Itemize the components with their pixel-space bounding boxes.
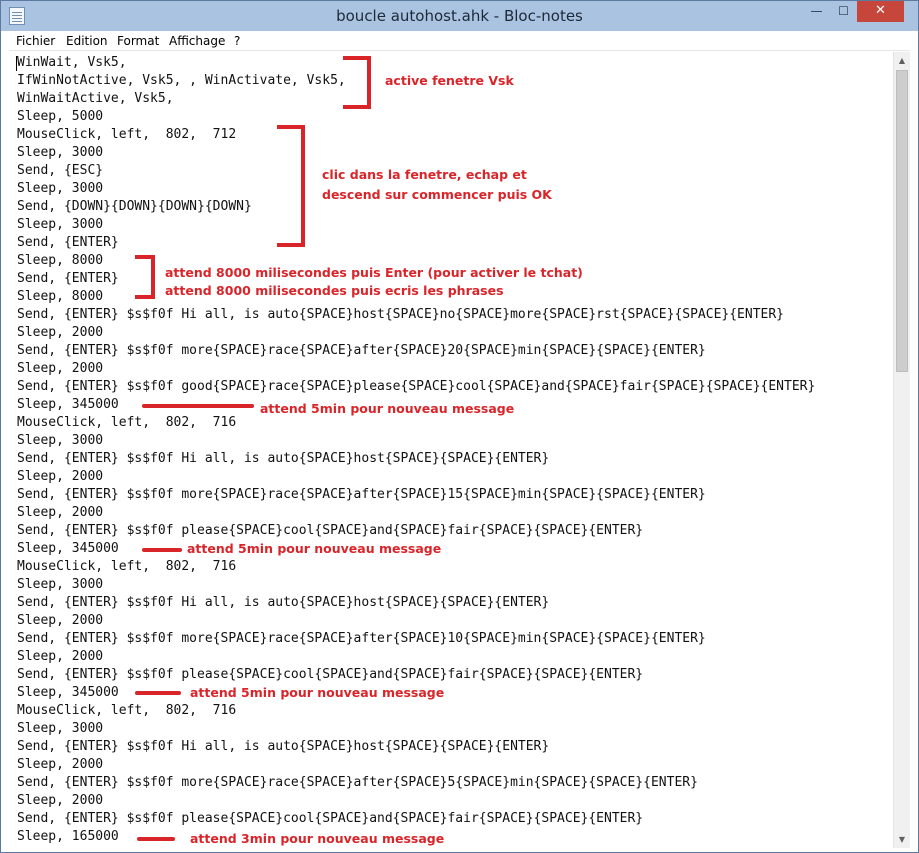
code-line: Sleep, 2000 bbox=[17, 613, 104, 628]
code-line: Send, {ENTER} $s$f0f Hi all, is auto{SPA… bbox=[17, 451, 550, 466]
text-caret bbox=[16, 56, 17, 71]
code-line: Sleep, 345000 bbox=[17, 685, 119, 700]
code-line: WinWait, Vsk5, bbox=[17, 55, 127, 70]
code-line: WinWaitActive, Vsk5, bbox=[17, 91, 174, 106]
code-line: Send, {ENTER} $s$f0f more{SPACE}race{SPA… bbox=[17, 343, 706, 358]
bracket-click-window bbox=[277, 125, 305, 247]
menu-fichier[interactable]: Fichier bbox=[16, 34, 55, 48]
code-line: Send, {ENTER} $s$f0f please{SPACE}cool{S… bbox=[17, 667, 644, 682]
code-line: Send, {ENTER} $s$f0f Hi all, is auto{SPA… bbox=[17, 739, 550, 754]
title-bar[interactable]: boucle autohost.ahk - Bloc-notes — ☐ ✕ bbox=[1, 1, 918, 31]
scroll-down-icon[interactable]: ▼ bbox=[894, 831, 910, 848]
code-line: Sleep, 2000 bbox=[17, 325, 104, 340]
code-line: MouseClick, left, 802, 712 bbox=[17, 127, 237, 142]
menu-help[interactable]: ? bbox=[234, 34, 240, 48]
code-line: MouseClick, left, 802, 716 bbox=[17, 703, 237, 718]
underline-mark bbox=[135, 691, 181, 695]
code-line: Sleep, 8000 bbox=[17, 253, 104, 268]
code-line: Sleep, 2000 bbox=[17, 505, 104, 520]
code-line: IfWinNotActive, Vsk5, , WinActivate, Vsk… bbox=[17, 73, 346, 88]
code-line: Send, {ENTER} bbox=[17, 235, 119, 250]
note-active-window: active fenetre Vsk bbox=[385, 73, 514, 88]
code-line: Send, {ENTER} $s$f0f more{SPACE}race{SPA… bbox=[17, 775, 698, 790]
note-click-line-2: descend sur commencer puis OK bbox=[322, 187, 552, 202]
code-line: Sleep, 165000 bbox=[17, 829, 119, 844]
bracket-active-window bbox=[343, 56, 371, 109]
menu-bar: Fichier Edition Format Affichage ? bbox=[9, 31, 910, 51]
note-wait-enter: attend 8000 milisecondes puis Enter (pou… bbox=[165, 265, 583, 280]
code-line: Sleep, 345000 bbox=[17, 541, 119, 556]
menu-affichage[interactable]: Affichage bbox=[169, 34, 225, 48]
underline-mark bbox=[137, 837, 175, 841]
menu-edition[interactable]: Edition bbox=[66, 34, 108, 48]
code-line: Sleep, 3000 bbox=[17, 433, 104, 448]
code-line: Send, {ESC} bbox=[17, 163, 104, 178]
notepad-window: boucle autohost.ahk - Bloc-notes — ☐ ✕ F… bbox=[0, 0, 919, 853]
code-line: MouseClick, left, 802, 716 bbox=[17, 415, 237, 430]
code-line: MouseClick, left, 802, 716 bbox=[17, 559, 237, 574]
menu-format[interactable]: Format bbox=[117, 34, 159, 48]
code-line: Sleep, 8000 bbox=[17, 289, 104, 304]
code-line: Send, {ENTER} $s$f0f please{SPACE}cool{S… bbox=[17, 811, 644, 826]
code-line: Sleep, 3000 bbox=[17, 181, 104, 196]
close-button[interactable]: ✕ bbox=[857, 1, 904, 22]
note-wait-5min: attend 5min pour nouveau message bbox=[187, 541, 442, 556]
maximize-button[interactable]: ☐ bbox=[830, 1, 857, 22]
note-wait-5min: attend 5min pour nouveau message bbox=[190, 685, 445, 700]
scroll-thumb[interactable] bbox=[896, 70, 908, 372]
note-wait-5min: attend 5min pour nouveau message bbox=[260, 401, 515, 416]
note-wait-3min: attend 3min pour nouveau message bbox=[190, 831, 445, 846]
scroll-up-icon[interactable]: ▲ bbox=[894, 52, 910, 69]
note-click-line-1: clic dans la fenetre, echap et bbox=[322, 167, 527, 182]
code-line: Sleep, 2000 bbox=[17, 793, 104, 808]
bracket-wait bbox=[135, 255, 155, 299]
code-line: Send, {ENTER} $s$f0f Hi all, is auto{SPA… bbox=[17, 595, 550, 610]
code-line: Send, {DOWN}{DOWN}{DOWN}{DOWN} bbox=[17, 199, 252, 214]
code-line: Send, {ENTER} $s$f0f more{SPACE}race{SPA… bbox=[17, 487, 706, 502]
underline-mark bbox=[142, 548, 182, 552]
code-line: Send, {ENTER} $s$f0f Hi all, is auto{SPA… bbox=[17, 307, 785, 322]
code-line: Sleep, 2000 bbox=[17, 757, 104, 772]
text-editor[interactable]: Sleep, 165000 Send, {ENTER} $s$f0f please… bbox=[9, 52, 893, 848]
window-title: boucle autohost.ahk - Bloc-notes bbox=[336, 7, 583, 25]
code-line: Sleep, 2000 bbox=[17, 649, 104, 664]
code-line: Send, {ENTER} $s$f0f please{SPACE}cool{S… bbox=[17, 523, 644, 538]
code-line: Sleep, 345000 bbox=[17, 397, 119, 412]
code-line: Sleep, 5000 bbox=[17, 109, 104, 124]
code-line: Send, {ENTER} $s$f0f more{SPACE}race{SPA… bbox=[17, 631, 706, 646]
code-line: Sleep, 2000 bbox=[17, 361, 104, 376]
code-line: Send, {ENTER} bbox=[17, 271, 119, 286]
code-line: Sleep, 3000 bbox=[17, 217, 104, 232]
note-wait-write: attend 8000 milisecondes puis ecris les … bbox=[165, 283, 504, 298]
underline-mark bbox=[142, 404, 254, 408]
code-line: Sleep, 3000 bbox=[17, 577, 104, 592]
code-line: Sleep, 2000 bbox=[17, 469, 104, 484]
minimize-button[interactable]: — bbox=[803, 1, 830, 22]
code-line: Sleep, 3000 bbox=[17, 145, 104, 160]
vertical-scrollbar[interactable]: ▲ ▼ bbox=[893, 52, 910, 848]
code-line: Sleep, 3000 bbox=[17, 721, 104, 736]
code-line: Send, {ENTER} $s$f0f good{SPACE}race{SPA… bbox=[17, 379, 816, 394]
